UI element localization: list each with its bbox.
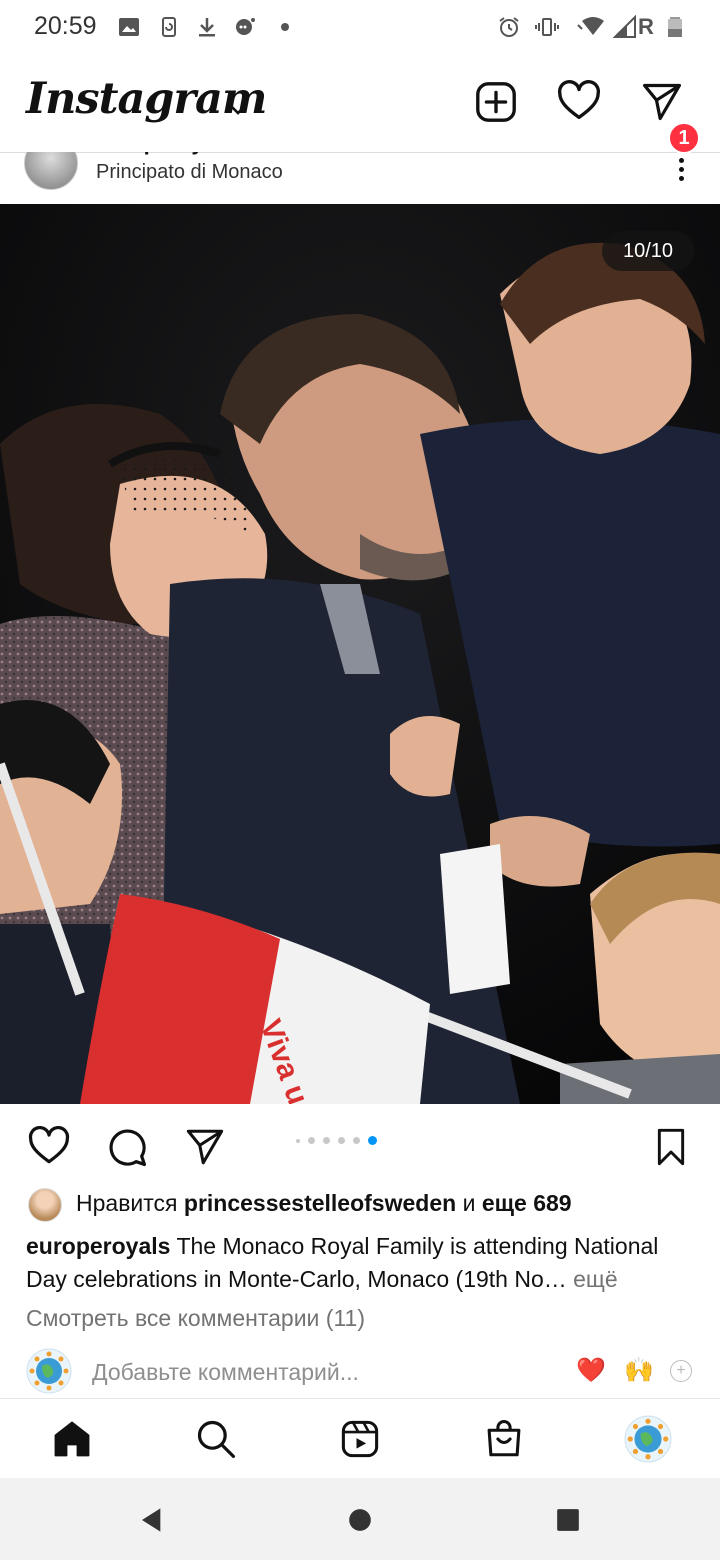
download-icon bbox=[194, 14, 220, 40]
comment-bubble-icon bbox=[109, 1129, 147, 1167]
post-author-avatar[interactable] bbox=[24, 152, 78, 190]
nav-shop[interactable] bbox=[478, 1413, 530, 1465]
post-username[interactable]: europeroyals bbox=[96, 152, 234, 156]
alarm-icon bbox=[496, 14, 522, 40]
likes-text[interactable]: Нравится princessestelleofsweden и еще 6… bbox=[76, 1190, 572, 1217]
notification-badge: 1 bbox=[668, 122, 700, 154]
heart-icon bbox=[557, 80, 601, 120]
chat-bubble-icon bbox=[232, 14, 258, 40]
vibrate-icon bbox=[534, 14, 560, 40]
more-options-icon[interactable] bbox=[666, 152, 696, 186]
caption-more-link[interactable]: ещё bbox=[573, 1266, 618, 1292]
direct-messages-button[interactable] bbox=[638, 78, 686, 126]
more-reactions-icon[interactable]: + bbox=[670, 1360, 692, 1382]
home-circle-icon bbox=[349, 1509, 371, 1531]
image-counter: 10/10 bbox=[602, 231, 694, 271]
back-button[interactable] bbox=[134, 1502, 170, 1538]
save-button[interactable] bbox=[646, 1122, 696, 1172]
back-triangle-icon bbox=[142, 1508, 161, 1532]
image-icon bbox=[116, 14, 142, 40]
likes-row: Нравится princessestelleofsweden и еще 6… bbox=[0, 1184, 720, 1224]
nav-home[interactable] bbox=[46, 1413, 98, 1465]
system-navigation-bar bbox=[0, 1478, 720, 1560]
post-caption: europeroyals The Monaco Royal Family is … bbox=[26, 1230, 696, 1296]
carousel-dot bbox=[353, 1137, 360, 1144]
carousel-indicator bbox=[296, 1136, 377, 1145]
liker-username[interactable]: princessestelleofsweden bbox=[184, 1190, 456, 1216]
share-button[interactable] bbox=[180, 1122, 230, 1172]
heart-icon bbox=[28, 1125, 70, 1164]
caption-username[interactable]: europeroyals bbox=[26, 1233, 170, 1259]
carousel-dot bbox=[296, 1138, 300, 1143]
my-avatar[interactable] bbox=[26, 1348, 72, 1394]
status-bar: 20:59 R bbox=[0, 0, 720, 54]
like-button[interactable] bbox=[24, 1122, 74, 1172]
wifi-icon bbox=[572, 14, 612, 40]
reels-icon bbox=[341, 1420, 379, 1458]
paper-plane-icon bbox=[642, 83, 682, 121]
carousel-dot-active bbox=[368, 1136, 377, 1145]
status-time: 20:59 bbox=[34, 12, 97, 40]
carousel-dot bbox=[338, 1137, 345, 1144]
post-header: europeroyals Principato di Monaco bbox=[0, 152, 720, 204]
likes-conjunction: и bbox=[462, 1190, 476, 1216]
app-header: Instagram 1 bbox=[0, 54, 720, 154]
post-photo[interactable]: Viva u Prinç bbox=[0, 204, 720, 1104]
comment-input[interactable] bbox=[92, 1354, 552, 1390]
shop-icon bbox=[487, 1419, 521, 1457]
bottom-navigation bbox=[0, 1398, 720, 1479]
battery-icon bbox=[662, 14, 688, 40]
signal-icon bbox=[612, 14, 638, 40]
nav-search[interactable] bbox=[190, 1413, 242, 1465]
recents-square-icon bbox=[557, 1509, 579, 1531]
add-comment-row: ❤️ 🙌 + bbox=[0, 1346, 720, 1398]
home-icon bbox=[54, 1421, 90, 1457]
post-actions bbox=[0, 1104, 720, 1184]
home-button[interactable] bbox=[342, 1502, 378, 1538]
create-post-button[interactable] bbox=[472, 78, 520, 126]
bookmark-icon bbox=[657, 1128, 685, 1166]
notifications-button[interactable] bbox=[555, 78, 603, 126]
liker-avatar[interactable] bbox=[28, 1188, 62, 1222]
carousel-dot bbox=[323, 1137, 330, 1144]
paper-plane-icon bbox=[186, 1129, 224, 1165]
nav-reels[interactable] bbox=[334, 1413, 386, 1465]
carousel-dot bbox=[308, 1137, 315, 1144]
quick-reaction-raised-hands[interactable]: 🙌 bbox=[624, 1356, 654, 1385]
post-location[interactable]: Principato di Monaco bbox=[96, 161, 283, 184]
nav-profile[interactable] bbox=[622, 1413, 674, 1465]
screen-rotation-icon bbox=[156, 14, 182, 40]
recents-button[interactable] bbox=[550, 1502, 586, 1538]
view-all-comments-link[interactable]: Смотреть все комментарии (11) bbox=[26, 1305, 365, 1332]
likes-prefix: Нравится bbox=[76, 1190, 178, 1216]
plus-square-icon bbox=[476, 82, 516, 122]
profile-avatar bbox=[624, 1415, 672, 1463]
likes-others[interactable]: еще 689 bbox=[482, 1190, 572, 1216]
comment-button[interactable] bbox=[102, 1122, 152, 1172]
roaming-indicator: R bbox=[638, 14, 654, 39]
chevron-down-icon[interactable] bbox=[226, 98, 250, 122]
search-icon bbox=[197, 1420, 236, 1459]
quick-reaction-heart[interactable]: ❤️ bbox=[576, 1356, 606, 1385]
dot-icon bbox=[272, 14, 298, 40]
